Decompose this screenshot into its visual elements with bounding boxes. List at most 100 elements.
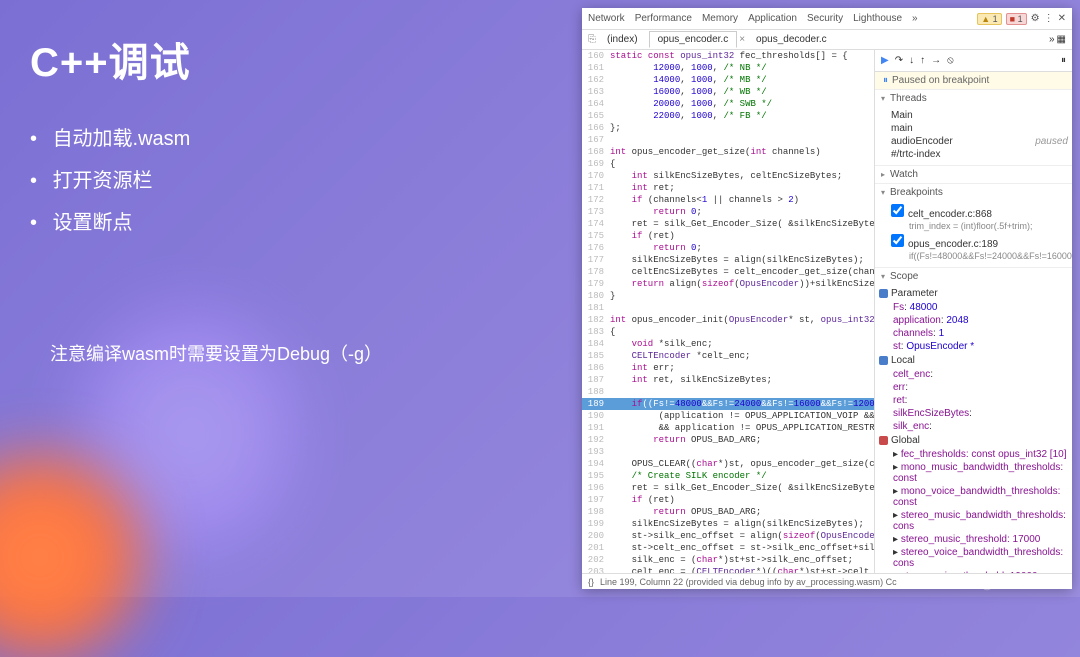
code-line[interactable]: 199 silkEncSizeBytes = align(silkEncSize…: [582, 518, 874, 530]
thread-item[interactable]: audioEncoderpaused: [891, 135, 1068, 148]
threads-header[interactable]: Threads: [875, 90, 1072, 107]
code-line[interactable]: 168int opus_encoder_get_size(int channel…: [582, 146, 874, 158]
code-line[interactable]: 175 if (ret): [582, 230, 874, 242]
tab-security[interactable]: Security: [807, 13, 843, 24]
close-icon[interactable]: ✕: [1058, 13, 1066, 24]
file-menu-icon[interactable]: ▦: [1057, 34, 1066, 45]
code-line[interactable]: 162 14000, 1000, /* MB */: [582, 74, 874, 86]
code-line[interactable]: 202 silk_enc = (char*)st+st->silk_enc_of…: [582, 554, 874, 566]
code-line[interactable]: 184 void *silk_enc;: [582, 338, 874, 350]
tab-lighthouse[interactable]: Lighthouse: [853, 13, 902, 24]
file-tab-other[interactable]: opus_decoder.c: [747, 31, 836, 48]
code-line[interactable]: 187 int ret, silkEncSizeBytes;: [582, 374, 874, 386]
scope-var[interactable]: Fs: 48000: [893, 301, 1068, 314]
bp-checkbox[interactable]: [891, 204, 904, 217]
pause-exception-icon[interactable]: ⏸: [1061, 55, 1066, 66]
code-line[interactable]: 177 silkEncSizeBytes = align(silkEncSize…: [582, 254, 874, 266]
tab-performance[interactable]: Performance: [635, 13, 692, 24]
code-line[interactable]: 185 CELTEncoder *celt_enc;: [582, 350, 874, 362]
code-line[interactable]: 173 return 0;: [582, 206, 874, 218]
scope-var[interactable]: ret:: [893, 394, 1068, 407]
error-badge[interactable]: ■ 1: [1006, 13, 1027, 25]
breakpoints-header[interactable]: Breakpoints: [875, 184, 1072, 201]
code-line[interactable]: 200 st->silk_enc_offset = align(sizeof(O…: [582, 530, 874, 542]
step-into-icon[interactable]: ↓: [909, 55, 914, 66]
code-line[interactable]: 201 st->celt_enc_offset = st->silk_enc_o…: [582, 542, 874, 554]
code-line[interactable]: 203 celt_enc = (CELTEncoder*)((char*)st+…: [582, 566, 874, 573]
code-line[interactable]: 172 if (channels<1 || channels > 2): [582, 194, 874, 206]
kebab-icon[interactable]: ⋮: [1044, 13, 1054, 24]
code-line[interactable]: 160static const opus_int32 fec_threshold…: [582, 50, 874, 62]
deactivate-bp-icon[interactable]: ⦸: [947, 55, 954, 66]
code-editor[interactable]: 160static const opus_int32 fec_threshold…: [582, 50, 874, 573]
file-tab-active[interactable]: opus_encoder.c: [649, 31, 738, 48]
code-line[interactable]: 176 return 0;: [582, 242, 874, 254]
scope-var[interactable]: silkEncSizeBytes:: [893, 407, 1068, 420]
gear-icon[interactable]: ⚙: [1031, 13, 1040, 24]
code-line[interactable]: 165 22000, 1000, /* FB */: [582, 110, 874, 122]
braces-icon[interactable]: {}: [588, 577, 594, 587]
tab-network[interactable]: Network: [588, 13, 625, 24]
code-line[interactable]: 169{: [582, 158, 874, 170]
close-tab-icon[interactable]: ×: [739, 34, 745, 45]
code-line[interactable]: 183{: [582, 326, 874, 338]
thread-item[interactable]: Main: [891, 109, 1068, 122]
page-icon[interactable]: ⎘: [588, 34, 596, 45]
scope-var[interactable]: st: OpusEncoder *: [893, 340, 1068, 353]
scope-var[interactable]: ▸ stereo_voice_bandwidth_thresholds: con…: [893, 546, 1068, 570]
thread-item[interactable]: #/trtc-index: [891, 148, 1068, 161]
scope-var[interactable]: application: 2048: [893, 314, 1068, 327]
code-line[interactable]: 192 return OPUS_BAD_ARG;: [582, 434, 874, 446]
more-files-icon[interactable]: »: [1049, 34, 1055, 45]
tab-memory[interactable]: Memory: [702, 13, 738, 24]
breakpoint-item[interactable]: celt_encoder.c:868trim_index = (int)floo…: [891, 203, 1068, 233]
code-line[interactable]: 194 OPUS_CLEAR((char*)st, opus_encoder_g…: [582, 458, 874, 470]
code-line[interactable]: 163 16000, 1000, /* WB */: [582, 86, 874, 98]
code-line[interactable]: 186 int err;: [582, 362, 874, 374]
breakpoint-item[interactable]: opus_encoder.c:189if((Fs!=48000&&Fs!=240…: [891, 233, 1068, 263]
code-line[interactable]: 195 /* Create SILK encoder */: [582, 470, 874, 482]
watch-header[interactable]: Watch: [875, 166, 1072, 183]
scope-var[interactable]: channels: 1: [893, 327, 1068, 340]
debugger-sidebar: ▶ ↷ ↓ ↑ → ⦸ ⏸ ⏸ Paused on breakpoint Thr…: [874, 50, 1072, 573]
step-over-icon[interactable]: ↷: [895, 55, 903, 66]
code-line[interactable]: 180}: [582, 290, 874, 302]
code-line[interactable]: 188: [582, 386, 874, 398]
step-out-icon[interactable]: ↑: [920, 55, 925, 66]
scope-header[interactable]: Scope: [875, 268, 1072, 285]
scope-var[interactable]: err:: [893, 381, 1068, 394]
scope-var[interactable]: silk_enc:: [893, 420, 1068, 433]
scope-var[interactable]: ▸ stereo_music_threshold: 17000: [893, 533, 1068, 546]
code-line[interactable]: 198 return OPUS_BAD_ARG;: [582, 506, 874, 518]
code-line[interactable]: 193: [582, 446, 874, 458]
code-line[interactable]: 179 return align(sizeof(OpusEncoder))+si…: [582, 278, 874, 290]
scope-var[interactable]: ▸ stereo_music_bandwidth_thresholds: con…: [893, 509, 1068, 533]
file-tab-index[interactable]: (index): [598, 31, 647, 48]
code-line[interactable]: 190 (application != OPUS_APPLICATION_VOI…: [582, 410, 874, 422]
tab-application[interactable]: Application: [748, 13, 797, 24]
code-line[interactable]: 191 && application != OPUS_APPLICATION_R…: [582, 422, 874, 434]
code-line[interactable]: 161 12000, 1000, /* NB */: [582, 62, 874, 74]
code-line[interactable]: 166};: [582, 122, 874, 134]
scope-var[interactable]: ▸ fec_thresholds: const opus_int32 [10]: [893, 448, 1068, 461]
code-line[interactable]: 197 if (ret): [582, 494, 874, 506]
code-line[interactable]: 170 int silkEncSizeBytes, celtEncSizeByt…: [582, 170, 874, 182]
code-line[interactable]: 171 int ret;: [582, 182, 874, 194]
scope-var[interactable]: celt_enc:: [893, 368, 1068, 381]
resume-icon[interactable]: ▶: [881, 55, 889, 66]
thread-item[interactable]: main: [891, 122, 1068, 135]
code-line[interactable]: 174 ret = silk_Get_Encoder_Size( &silkEn…: [582, 218, 874, 230]
code-line[interactable]: 189 if((Fs!=48000&&Fs!=24000&&Fs!=16000&…: [582, 398, 874, 410]
scope-var[interactable]: ▸ mono_voice_bandwidth_thresholds: const: [893, 485, 1068, 509]
code-line[interactable]: 164 20000, 1000, /* SWB */: [582, 98, 874, 110]
scope-var[interactable]: ▸ mono_music_bandwidth_thresholds: const: [893, 461, 1068, 485]
more-tabs-icon[interactable]: »: [912, 13, 918, 24]
code-line[interactable]: 167: [582, 134, 874, 146]
code-line[interactable]: 178 celtEncSizeBytes = celt_encoder_get_…: [582, 266, 874, 278]
code-line[interactable]: 196 ret = silk_Get_Encoder_Size( &silkEn…: [582, 482, 874, 494]
code-line[interactable]: 182int opus_encoder_init(OpusEncoder* st…: [582, 314, 874, 326]
step-icon[interactable]: →: [931, 55, 941, 66]
code-line[interactable]: 181: [582, 302, 874, 314]
warning-badge[interactable]: ▲ 1: [977, 13, 1001, 25]
bp-checkbox[interactable]: [891, 234, 904, 247]
